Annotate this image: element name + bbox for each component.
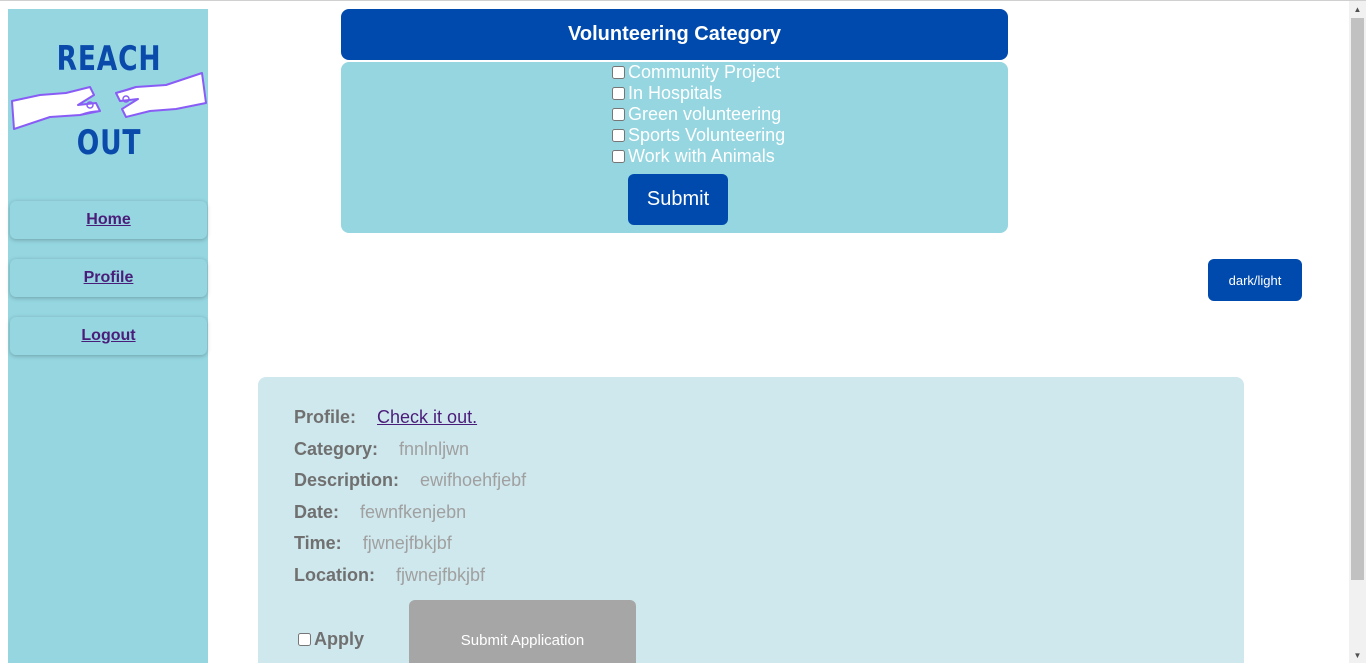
field-label: Description: xyxy=(294,470,400,490)
field-label: Category: xyxy=(294,439,379,459)
nav-item-logout[interactable]: Logout xyxy=(10,317,207,355)
description-row: Description: ewifhoehfjebf xyxy=(294,470,526,491)
field-label: Date: xyxy=(294,502,340,522)
profile-label: Profile: xyxy=(294,407,357,427)
category-checkbox[interactable] xyxy=(612,129,625,142)
field-value: fewnfkenjebn xyxy=(360,502,467,522)
reach-out-logo: REACH OUT xyxy=(10,37,208,167)
field-value: fnnlnljwn xyxy=(399,439,470,459)
category-option-work-with-animals[interactable]: Work with Animals xyxy=(612,146,785,167)
profile-row: Profile: Check it out. xyxy=(294,407,477,428)
category-options: Community Project In Hospitals Green vol… xyxy=(612,62,785,167)
category-filter-form: Community Project In Hospitals Green vol… xyxy=(341,62,1008,233)
nav-link-logout[interactable]: Logout xyxy=(81,327,135,345)
scrollbar-thumb[interactable] xyxy=(1351,18,1364,580)
category-header: Volunteering Category xyxy=(341,9,1008,60)
logo-text-out: OUT xyxy=(76,123,142,163)
category-submit-button[interactable]: Submit xyxy=(628,174,728,225)
scroll-up-arrow-icon[interactable]: ▲ xyxy=(1349,1,1366,18)
category-option-label: In Hospitals xyxy=(628,83,723,103)
apply-option[interactable]: Apply xyxy=(298,629,364,650)
field-label: Location: xyxy=(294,565,375,585)
scroll-down-arrow-icon[interactable]: ▼ xyxy=(1349,647,1366,663)
category-option-label: Work with Animals xyxy=(628,146,775,166)
submit-application-button[interactable]: Submit Application xyxy=(409,600,636,663)
sidebar: REACH OUT Home Profile Logout xyxy=(8,9,208,663)
nav-link-home[interactable]: Home xyxy=(86,211,130,229)
category-option-green-volunteering[interactable]: Green volunteering xyxy=(612,104,785,125)
theme-toggle-button[interactable]: dark/light xyxy=(1208,259,1302,301)
opportunity-card: Profile: Check it out. Category: fnnlnlj… xyxy=(258,377,1244,663)
profile-link[interactable]: Check it out. xyxy=(377,407,477,427)
field-value: ewifhoehfjebf xyxy=(420,470,527,490)
category-option-label: Green volunteering xyxy=(628,104,782,124)
category-row: Category: fnnlnljwn xyxy=(294,439,469,460)
category-title: Volunteering Category xyxy=(568,23,781,45)
date-row: Date: fewnfkenjebn xyxy=(294,502,466,523)
field-value: fjwnejfbkjbf xyxy=(362,533,452,553)
category-checkbox[interactable] xyxy=(612,108,625,121)
apply-checkbox[interactable] xyxy=(298,633,311,646)
nav-link-profile[interactable]: Profile xyxy=(84,269,134,287)
nav-item-home[interactable]: Home xyxy=(10,201,207,239)
category-option-label: Community Project xyxy=(628,62,781,82)
category-checkbox[interactable] xyxy=(612,66,625,79)
category-option-label: Sports Volunteering xyxy=(628,125,786,145)
category-option-community-project[interactable]: Community Project xyxy=(612,62,785,83)
location-row: Location: fjwnejfbkjbf xyxy=(294,565,485,586)
category-option-sports-volunteering[interactable]: Sports Volunteering xyxy=(612,125,785,146)
apply-label: Apply xyxy=(314,629,365,649)
category-checkbox[interactable] xyxy=(612,87,625,100)
category-checkbox[interactable] xyxy=(612,150,625,163)
category-option-in-hospitals[interactable]: In Hospitals xyxy=(612,83,785,104)
vertical-scrollbar[interactable]: ▲ ▼ xyxy=(1349,1,1366,663)
field-label: Time: xyxy=(294,533,342,553)
field-value: fjwnejfbkjbf xyxy=(396,565,486,585)
time-row: Time: fjwnejfbkjbf xyxy=(294,533,452,554)
nav-item-profile[interactable]: Profile xyxy=(10,259,207,297)
